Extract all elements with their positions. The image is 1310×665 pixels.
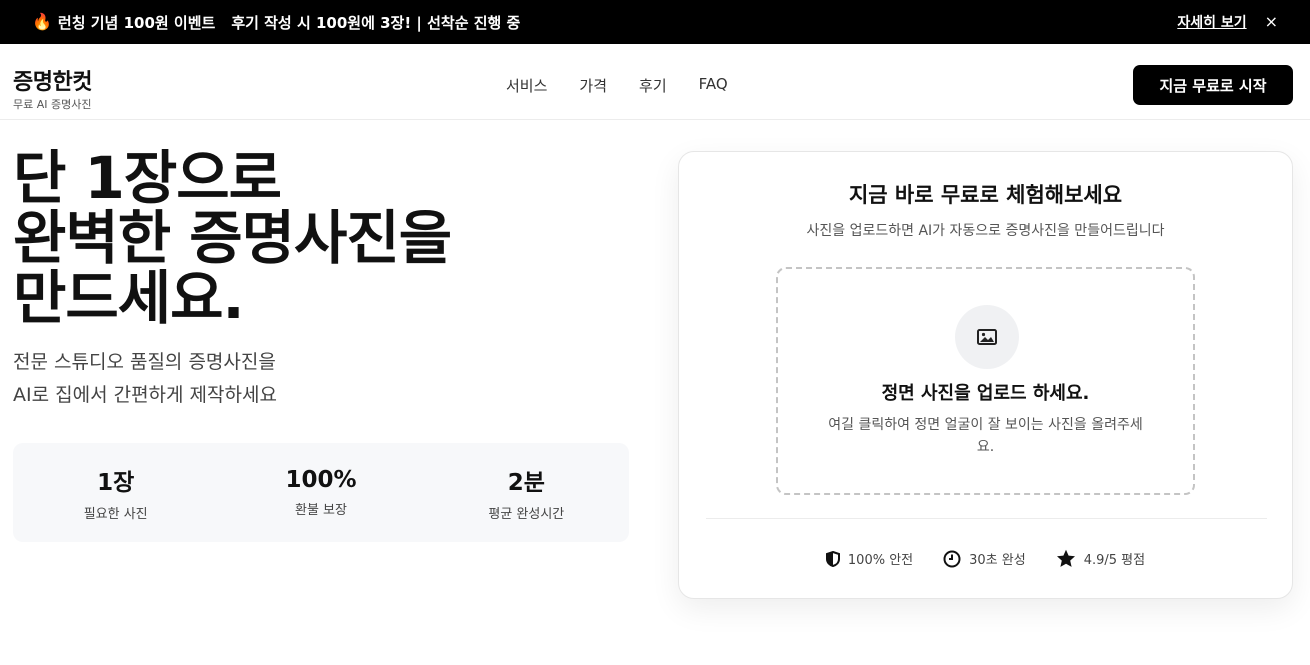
stat-item: 100% 환불 보장	[218, 467, 423, 518]
stat-value: 1장	[97, 470, 135, 496]
dropzone-instructions: 여길 클릭하여 정면 얼굴이 잘 보이는 사진을 올려주세요.	[828, 417, 1143, 455]
fire-icon: 🔥	[32, 12, 52, 31]
stat-label: 필요한 사진	[83, 507, 148, 522]
badge-rating: 4.9/5 평점	[1056, 549, 1145, 568]
brand-title: 증명한컷	[13, 70, 92, 95]
nav-item-review[interactable]: 후기	[639, 75, 667, 96]
hero-subtitle-line: 전문 스튜디오 품질의 증명사진을	[13, 351, 276, 373]
badge-label: 30초 완성	[969, 553, 1026, 568]
promo-message: 🔥 런칭 기념 100원 이벤트 후기 작성 시 100원에 3장! | 선착순…	[32, 12, 520, 33]
shield-icon	[825, 550, 840, 567]
nav-item-service[interactable]: 서비스	[506, 75, 547, 96]
hero-title-line: 완벽한 증명사진을	[13, 204, 452, 272]
stat-item: 1장 필요한 사진	[13, 463, 218, 522]
stat-item: 2분 평균 완성시간	[424, 463, 629, 522]
hero-subtitle-line: AI로 집에서 간편하게 제작하세요	[13, 384, 277, 406]
upload-card-subtitle: 사진을 업로드하면 AI가 자동으로 증명사진을 만들어드립니다	[806, 223, 1165, 239]
brand-logo[interactable]: 증명한컷 무료 AI 증명사진	[13, 64, 92, 112]
photo-upload-dropzone[interactable]: 정면 사진을 업로드 하세요. 여길 클릭하여 정면 얼굴이 잘 보이는 사진을…	[776, 267, 1195, 495]
badge-label: 100% 안전	[847, 553, 914, 568]
stat-value: 100%	[285, 467, 357, 493]
clock-icon	[943, 550, 961, 568]
hero-title-line: 만드세요.	[13, 264, 244, 332]
star-icon	[1056, 549, 1076, 568]
badge-speed: 30초 완성	[943, 549, 1026, 568]
image-icon	[955, 305, 1019, 369]
site-header: 증명한컷 무료 AI 증명사진 서비스 가격 후기 FAQ 지금 무료로 시작	[0, 44, 1310, 120]
hero-title: 단 1장으로 완벽한 증명사진을 만드세요.	[13, 148, 613, 328]
nav-item-price[interactable]: 가격	[579, 75, 607, 96]
hero-title-line: 단 1장으로	[13, 144, 282, 212]
stat-label: 평균 완성시간	[488, 507, 565, 522]
start-free-button[interactable]: 지금 무료로 시작	[1133, 65, 1293, 105]
brand-subtitle: 무료 AI 증명사진	[13, 98, 92, 111]
close-icon[interactable]: ×	[1265, 14, 1278, 30]
badge-safe: 100% 안전	[825, 549, 914, 568]
stats-panel: 1장 필요한 사진 100% 환불 보장 2분 평균 완성시간	[13, 443, 629, 542]
trust-badges: 100% 안전 30초 완성 4.9/5 평점	[679, 549, 1292, 568]
nav-item-faq[interactable]: FAQ	[699, 75, 728, 96]
promo-headline: 런칭 기념 100원 이벤트	[57, 13, 216, 32]
upload-card: 지금 바로 무료로 체험해보세요 사진을 업로드하면 AI가 자동으로 증명사진…	[678, 151, 1293, 599]
dropzone-title: 정면 사진을 업로드 하세요.	[881, 383, 1090, 404]
stat-label: 환불 보장	[295, 503, 347, 518]
hero-subtitle: 전문 스튜디오 품질의 증명사진을 AI로 집에서 간편하게 제작하세요	[13, 346, 613, 412]
promo-details-link[interactable]: 자세히 보기	[1177, 12, 1246, 32]
promo-banner: 🔥 런칭 기념 100원 이벤트 후기 작성 시 100원에 3장! | 선착순…	[0, 0, 1310, 44]
main-nav: 서비스 가격 후기 FAQ	[506, 75, 728, 96]
badge-label: 4.9/5 평점	[1083, 553, 1146, 568]
stat-value: 2분	[507, 470, 545, 496]
upload-card-title: 지금 바로 무료로 체험해보세요	[848, 183, 1123, 207]
promo-detail: 후기 작성 시 100원에 3장! | 선착순 진행 중	[231, 13, 521, 32]
card-divider	[706, 518, 1267, 519]
